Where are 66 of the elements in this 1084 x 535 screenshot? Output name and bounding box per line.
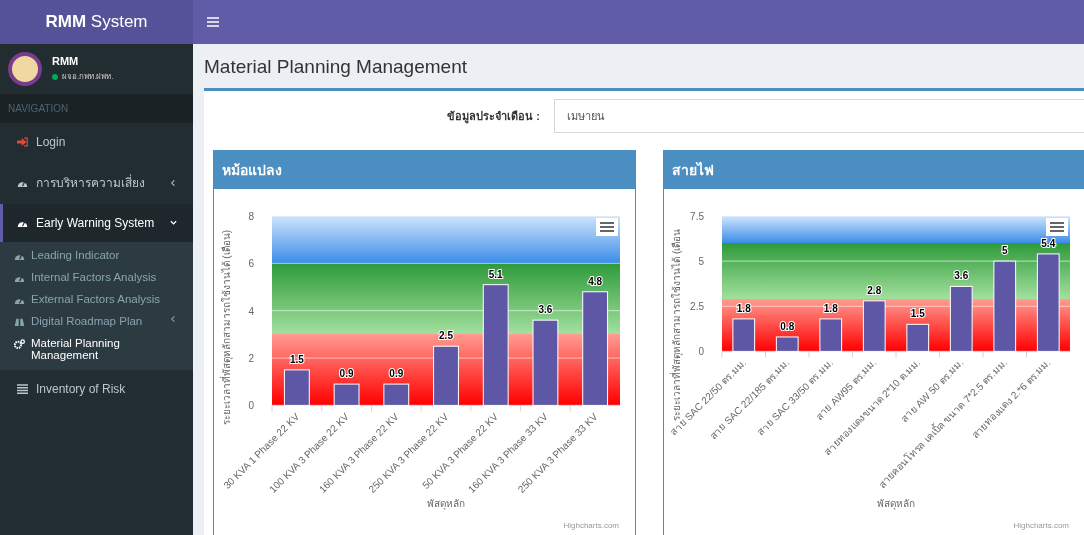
submenu-item[interactable]: Material Planning Management <box>0 332 193 366</box>
chart-bar <box>775 336 799 352</box>
user-name: RMM <box>52 55 80 67</box>
data-label: 0.8 <box>780 320 795 332</box>
list-icon <box>17 384 28 394</box>
data-label: 3.6 <box>538 304 553 316</box>
axis-tick-label: 5 <box>698 256 704 268</box>
data-label: 1.5 <box>910 308 925 320</box>
data-label: 1.8 <box>823 302 838 314</box>
panel-title: หม้อแปลง <box>214 151 635 189</box>
user-status: ผจอ.กพท.ฝพท. <box>62 71 114 83</box>
chart-bar <box>333 383 360 406</box>
menu-item[interactable]: Login <box>0 123 193 161</box>
chart-bar <box>862 300 886 352</box>
menu-icon[interactable] <box>596 218 618 236</box>
submenu-item[interactable]: Digital Roadmap Plan <box>0 310 193 332</box>
axis-tick-label: 0 <box>248 400 254 412</box>
chart-bar <box>433 345 459 406</box>
axis-tick-label: 7.5 <box>690 211 704 222</box>
chart-bar <box>283 369 310 406</box>
status-dot <box>52 73 58 80</box>
nav-header: NAVIGATION <box>0 94 193 123</box>
avatar <box>8 52 42 86</box>
menu-item[interactable]: Early Warning System <box>0 204 193 242</box>
dashboard-icon <box>14 295 25 305</box>
chart-bar <box>819 318 843 352</box>
dashboard-icon <box>14 251 25 261</box>
menu-icon[interactable] <box>1046 218 1068 236</box>
axis-tick-label: 6 <box>248 258 254 270</box>
submenu-item[interactable]: Internal Factors Analysis <box>0 266 193 288</box>
data-label: 0.9 <box>389 368 404 380</box>
menu-item[interactable]: Inventory of Risk <box>0 370 193 408</box>
data-label: 5 <box>1001 245 1008 257</box>
binoculars-icon <box>14 317 25 327</box>
axis-title: พัสดุหลัก <box>427 498 465 509</box>
chart-bar <box>949 285 973 352</box>
menu-icon[interactable] <box>207 17 219 27</box>
axis-title: พัสดุหลัก <box>877 498 915 509</box>
month-select[interactable]: เมษายน <box>554 99 1084 133</box>
axis-tick-label: 0 <box>698 346 704 358</box>
data-label: 0.9 <box>339 368 354 380</box>
data-label: 1.5 <box>289 353 304 365</box>
axis-title: ระยะเวลาที่พัสดุหลักสามารถใช้งานได้ (เดือน <box>671 228 682 421</box>
data-label: 2.8 <box>867 284 882 296</box>
panel-title: สายไฟ <box>664 151 1084 189</box>
chart-bar <box>732 318 756 352</box>
chart-bar <box>383 383 410 406</box>
submenu-item[interactable]: External Factors Analysis <box>0 288 193 310</box>
axis-title: ระยะเวลาที่พัสดุหลักสามารถใช้งานได้ (เดือน) <box>221 229 232 426</box>
menu-item[interactable]: การบริหารความเสี่ยง <box>0 161 193 204</box>
data-label: 2.5 <box>439 330 453 342</box>
axis-tick-label: 2.5 <box>690 301 704 313</box>
submenu-item[interactable]: Leading Indicator <box>0 244 193 266</box>
data-label: 4.8 <box>588 275 603 287</box>
data-label: 3.6 <box>954 270 969 282</box>
axis-tick-label: 2 <box>248 353 254 365</box>
page-title: Material Planning Management <box>204 55 468 79</box>
data-label: 5.1 <box>488 268 503 280</box>
field-label: ข้อมูลประจำเดือน : <box>446 109 540 125</box>
axis-tick-label: 8 <box>248 211 254 222</box>
axis-tick-label: 4 <box>248 305 254 317</box>
cogs-icon <box>14 339 25 349</box>
sign-in-icon <box>17 137 28 147</box>
data-label: 1.8 <box>736 302 751 314</box>
dashboard-icon <box>14 273 25 283</box>
chart-bar <box>906 323 930 352</box>
